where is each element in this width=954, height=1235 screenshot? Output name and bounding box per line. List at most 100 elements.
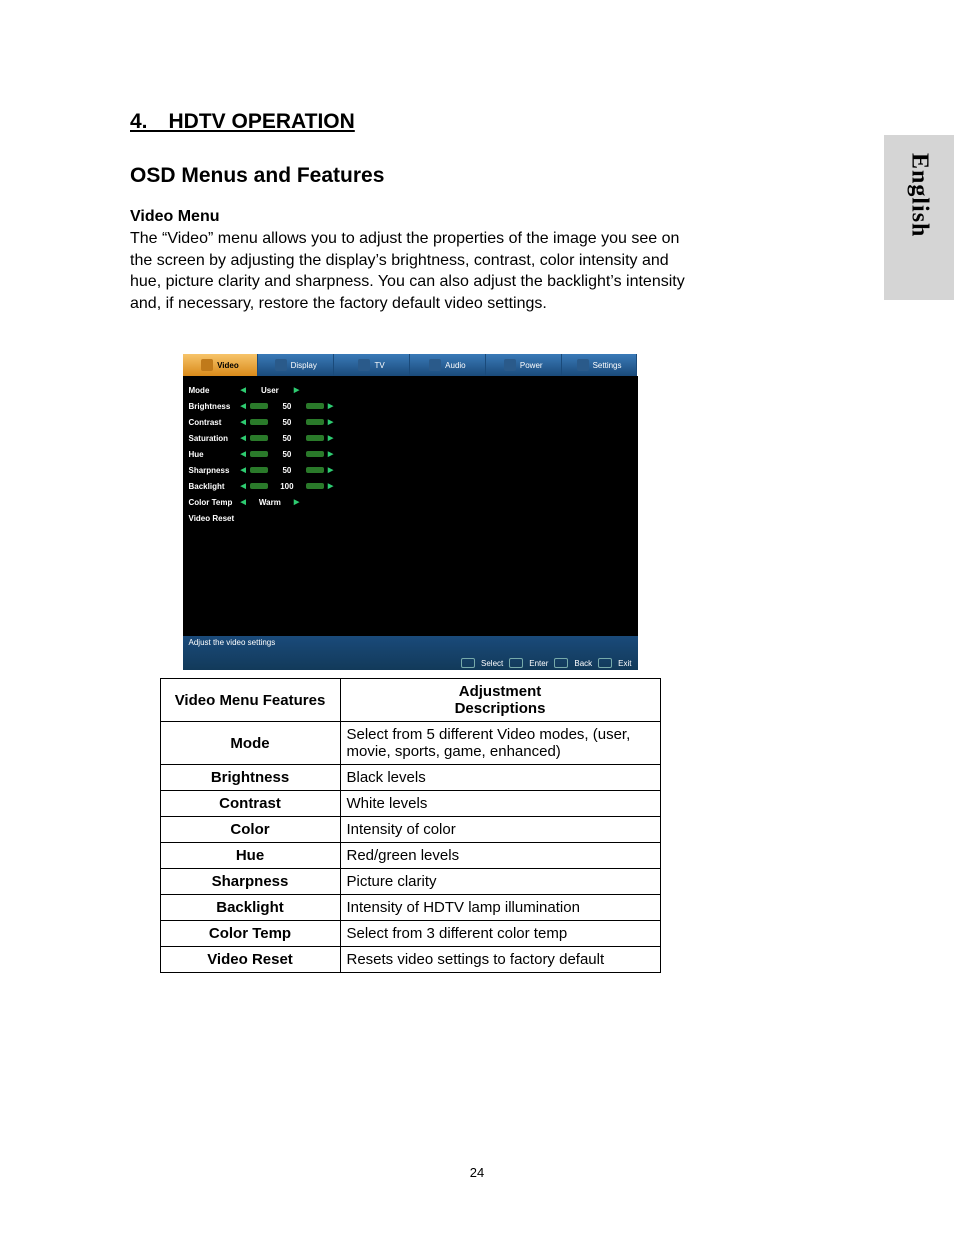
feature-description: White levels: [340, 791, 660, 817]
power-icon: [504, 359, 516, 371]
left-arrow-icon: ◀: [241, 466, 246, 474]
slider-bar-icon: [306, 403, 324, 409]
audio-icon: [429, 359, 441, 371]
section-title: OSD Menus and Features: [130, 164, 690, 188]
left-arrow-icon: ◀: [241, 482, 246, 490]
osd-row-control: ◀Warm▶: [241, 498, 300, 507]
left-arrow-icon: ◀: [241, 418, 246, 426]
right-arrow-icon: ▶: [328, 482, 333, 490]
osd-row-contrast: Contrast◀50▶: [189, 414, 632, 430]
table-row: Video ResetResets video settings to fact…: [160, 947, 660, 973]
slider-bar-icon: [306, 419, 324, 425]
language-tab: English: [884, 135, 954, 300]
osd-screenshot: VideoDisplayTVAudioPowerSettings Mode◀Us…: [183, 354, 638, 670]
slider-bar-icon: [306, 467, 324, 473]
feature-description: Picture clarity: [340, 869, 660, 895]
osd-row-video-reset: Video Reset: [189, 510, 632, 526]
feature-description: Red/green levels: [340, 843, 660, 869]
osd-value: 50: [272, 466, 302, 475]
table-row: BrightnessBlack levels: [160, 765, 660, 791]
osd-row-control: ◀50▶: [241, 434, 334, 443]
osd-hint-bar: Adjust the video settings Select Enter Bac…: [183, 636, 638, 670]
hint-label: Back: [574, 659, 592, 668]
hint-label: Exit: [618, 659, 631, 668]
osd-tab-display: Display: [258, 354, 334, 376]
tv-icon: [358, 359, 370, 371]
feature-name: Color: [160, 817, 340, 843]
osd-row-label: Video Reset: [189, 514, 241, 523]
osd-hint-buttons: Select Enter Back Exit: [189, 658, 632, 668]
subsection-heading: Video Menu: [130, 208, 690, 226]
right-arrow-icon: ▶: [328, 434, 333, 442]
osd-row-color-temp: Color Temp◀Warm▶: [189, 494, 632, 510]
osd-row-control: ◀ 50 ▶: [241, 450, 334, 459]
left-arrow-icon: ◀: [241, 498, 246, 506]
osd-row-control: ◀ 50 ▶: [241, 466, 334, 475]
osd-tab-label: Audio: [445, 361, 465, 370]
osd-tab-label: Display: [291, 361, 317, 370]
osd-hint-text: Adjust the video settings: [189, 638, 632, 647]
osd-row-brightness: Brightness◀50▶: [189, 398, 632, 414]
right-arrow-icon: ▶: [328, 466, 333, 474]
feature-name: Mode: [160, 722, 340, 765]
language-label: English: [906, 153, 933, 237]
body-paragraph: The “Video” menu allows you to adjust th…: [130, 228, 690, 314]
osd-row-label: Sharpness: [189, 466, 241, 475]
table-body: ModeSelect from 5 different Video modes,…: [160, 722, 660, 973]
osd-row-control: ◀ User ▶: [241, 386, 300, 395]
osd-row-label: Contrast: [189, 418, 241, 427]
osd-tab-audio: Audio: [410, 354, 486, 376]
osd-tab-bar: Video Display TV Audio Power Settings: [183, 354, 638, 376]
osd-row-label: Backlight: [189, 482, 241, 491]
table-row: SharpnessPicture clarity: [160, 869, 660, 895]
osd-row-label: Mode: [189, 386, 241, 395]
feature-name: Video Reset: [160, 947, 340, 973]
osd-row-mode: Mode◀ User ▶: [189, 382, 632, 398]
video-icon: [201, 359, 213, 371]
osd-tab-label: Settings: [593, 361, 622, 370]
table-header-features: Video Menu Features: [160, 679, 340, 722]
table-header-descriptions: Adjustment Descriptions: [340, 679, 660, 722]
table-row: HueRed/green levels: [160, 843, 660, 869]
feature-name: Color Temp: [160, 921, 340, 947]
hint-key-icon: [554, 658, 568, 668]
osd-row-control: ◀50▶: [241, 418, 334, 427]
right-arrow-icon: ▶: [328, 450, 333, 458]
right-arrow-icon: ▶: [294, 386, 299, 394]
page-content: 4. HDTV OPERATION OSD Menus and Features…: [0, 0, 780, 973]
osd-row-hue: Hue◀ 50 ▶: [189, 446, 632, 462]
left-arrow-icon: ◀: [241, 434, 246, 442]
table-row: ContrastWhite levels: [160, 791, 660, 817]
osd-row-sharpness: Sharpness◀ 50 ▶: [189, 462, 632, 478]
osd-tab-label: Video: [217, 361, 239, 370]
left-arrow-icon: ◀: [241, 386, 246, 394]
left-arrow-icon: ◀: [241, 450, 246, 458]
feature-description: Select from 3 different color temp: [340, 921, 660, 947]
osd-settings-panel: Mode◀User▶Brightness◀50▶Contrast◀50▶Satu…: [183, 376, 638, 636]
right-arrow-icon: ▶: [294, 498, 299, 506]
feature-name: Backlight: [160, 895, 340, 921]
left-arrow-icon: ◀: [241, 402, 246, 410]
osd-tab-label: TV: [374, 361, 384, 370]
osd-tab-settings: Settings: [562, 354, 638, 376]
feature-description: Select from 5 different Video modes, (us…: [340, 722, 660, 765]
right-arrow-icon: ▶: [328, 402, 333, 410]
osd-tab-video: Video: [183, 354, 259, 376]
osd-row-label: Color Temp: [189, 498, 241, 507]
osd-value: User: [250, 386, 290, 395]
slider-bar-icon: [306, 435, 324, 441]
osd-row-label: Hue: [189, 450, 241, 459]
settings-icon: [577, 359, 589, 371]
osd-value: 50: [272, 450, 302, 459]
video-menu-features-table: Video Menu Features Adjustment Descripti…: [160, 678, 661, 973]
osd-tab-power: Power: [486, 354, 562, 376]
osd-tab-tv: TV: [334, 354, 410, 376]
osd-row-label: Saturation: [189, 434, 241, 443]
hint-key-icon: [509, 658, 523, 668]
osd-value: 100: [272, 482, 302, 491]
feature-description: Black levels: [340, 765, 660, 791]
hint-label: Select: [481, 659, 503, 668]
hint-label: Enter: [529, 659, 548, 668]
osd-row-control: ◀50▶: [241, 402, 334, 411]
feature-name: Brightness: [160, 765, 340, 791]
